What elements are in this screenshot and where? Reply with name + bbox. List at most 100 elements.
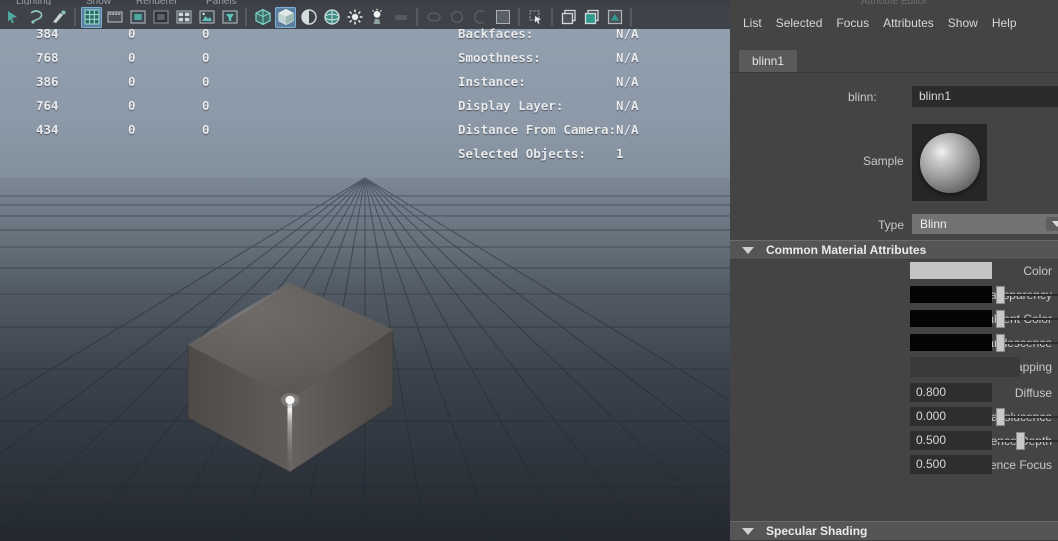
slider-handle[interactable] <box>996 310 1005 328</box>
attr-row-translucence-depth: Translucence Depth 0.500 <box>730 430 1058 452</box>
viewport-hud-object-details: Backfaces: N/A Smoothness: N/A Instance:… <box>458 26 730 170</box>
hud-count-c1: 386 <box>36 74 59 89</box>
slider-handle[interactable] <box>996 408 1005 426</box>
color-swatch-ambient-color[interactable] <box>910 310 992 327</box>
hud-detail-row: Distance From Camera: N/A <box>458 122 730 146</box>
texture-filter-icon[interactable] <box>219 7 240 28</box>
menu-item-help[interactable]: Help <box>992 16 1017 30</box>
paint-select-tool-icon[interactable] <box>48 7 69 28</box>
viewport-hud-poly-counts: 384 0 0 768 0 0 386 0 0 764 0 0 434 0 0 <box>0 26 470 146</box>
diffuse-input[interactable]: 0.800 <box>910 383 992 402</box>
type-dropdown[interactable]: Blinn <box>912 214 1058 234</box>
hud-count-c3: 0 <box>202 74 210 89</box>
slider-incandescence[interactable] <box>996 334 1058 352</box>
isolate-select-icon[interactable] <box>492 7 513 28</box>
hud-label-distance-from-camera: Distance From Camera: <box>458 122 617 137</box>
sample-row: Sample <box>730 124 1058 208</box>
attr-row-color: Color <box>730 260 1058 282</box>
slider-handle[interactable] <box>1016 432 1025 450</box>
translucence-input[interactable]: 0.000 <box>910 407 992 426</box>
bump-mapping-field[interactable] <box>910 357 1020 377</box>
color-swatch-transparency[interactable] <box>910 286 992 303</box>
translucence-focus-input[interactable]: 0.500 <box>910 455 992 474</box>
exposure-icon[interactable] <box>604 7 625 28</box>
menu-item-show[interactable]: Show <box>948 16 978 30</box>
chevron-down-icon[interactable] <box>1046 217 1058 231</box>
hardware-texturing-icon[interactable] <box>321 7 342 28</box>
type-dropdown-value: Blinn <box>920 217 947 231</box>
hud-value-selected-objects: 1 <box>616 146 624 161</box>
slider-transparency[interactable] <box>996 286 1058 304</box>
hud-label-selected-objects: Selected Objects: <box>458 146 586 161</box>
menu-item-selected[interactable]: Selected <box>776 16 823 30</box>
chevron-down-icon[interactable] <box>742 527 754 535</box>
hud-count-c3: 0 <box>202 98 210 113</box>
motion-blur-icon[interactable] <box>423 7 444 28</box>
shaded-wireframe-icon[interactable] <box>298 7 319 28</box>
use-all-lights-icon[interactable] <box>344 7 365 28</box>
attr-row-incandescence: Incandescence <box>730 332 1058 354</box>
menu-item-list[interactable]: List <box>743 16 762 30</box>
gate-mask-icon[interactable] <box>150 7 171 28</box>
color-swatch-incandescence[interactable] <box>910 334 992 351</box>
hud-count-c2: 0 <box>128 122 136 137</box>
menu-item-attributes[interactable]: Attributes <box>883 16 934 30</box>
select-tool-icon[interactable] <box>2 7 23 28</box>
slider-ambient-color[interactable] <box>996 310 1058 328</box>
film-gate-icon[interactable] <box>104 7 125 28</box>
color-swatch-color[interactable] <box>910 262 992 279</box>
multisample-icon[interactable] <box>446 7 467 28</box>
hud-value-display-layer: N/A <box>616 98 639 113</box>
attr-row-translucence: Translucence 0.000 <box>730 406 1058 428</box>
four-view-icon[interactable] <box>173 7 194 28</box>
lasso-tool-icon[interactable] <box>25 7 46 28</box>
section-title: Specular Shading <box>766 524 868 538</box>
tab-blinn1[interactable]: blinn1 <box>739 50 798 72</box>
section-specular-shading[interactable]: Specular Shading <box>730 521 1058 541</box>
section-common-material-attributes[interactable]: Common Material Attributes <box>730 240 1058 260</box>
slider-handle[interactable] <box>996 286 1005 304</box>
image-plane-icon[interactable] <box>196 7 217 28</box>
hud-count-c1: 764 <box>36 98 59 113</box>
hud-label-display-layer: Display Layer: <box>458 98 564 113</box>
chevron-down-icon[interactable] <box>742 246 754 254</box>
xray-joints-icon[interactable] <box>558 7 579 28</box>
slider-handle[interactable] <box>996 334 1005 352</box>
shadows-icon[interactable] <box>367 7 388 28</box>
attribute-editor-menubar[interactable]: List Selected Focus Attributes Show Help <box>730 13 1058 33</box>
material-name-label: blinn: <box>848 90 877 104</box>
slider-translucence-depth[interactable] <box>998 432 1058 450</box>
xray-select-icon[interactable] <box>525 7 546 28</box>
hud-detail-row: Backfaces: N/A <box>458 26 730 50</box>
attr-row-transparency: Transparency <box>730 284 1058 306</box>
menu-item-focus[interactable]: Focus <box>836 16 869 30</box>
viewport-panel[interactable]: Lighting Show Renderer Panels 384 0 0 76… <box>0 0 730 541</box>
translucence-depth-input[interactable]: 0.500 <box>910 431 992 450</box>
wireframe-shading-icon[interactable] <box>252 7 273 28</box>
attribute-editor-panel[interactable]: Attribute Editor List Selected Focus Att… <box>730 0 1058 541</box>
attr-row-ambient-color: Ambient Color <box>730 308 1058 330</box>
xray-display-icon[interactable] <box>581 7 602 28</box>
hud-value-instance: N/A <box>616 74 639 89</box>
hud-count-c3: 0 <box>202 50 210 65</box>
depth-of-field-icon[interactable] <box>469 7 490 28</box>
sample-swatch[interactable] <box>912 124 987 201</box>
attr-row-bump-mapping: Bump Mapping <box>730 356 1058 380</box>
hud-label-instance: Instance: <box>458 74 526 89</box>
resolution-gate-icon[interactable] <box>127 7 148 28</box>
hud-count-row: 386 0 0 <box>0 74 470 98</box>
hud-value-smoothness: N/A <box>616 50 639 65</box>
type-row: Type Blinn <box>730 214 1058 236</box>
smooth-shading-icon[interactable] <box>275 6 296 28</box>
material-name-input[interactable]: blinn1 <box>912 86 1058 107</box>
hud-value-backfaces: N/A <box>616 26 639 41</box>
hud-count-row: 764 0 0 <box>0 98 470 122</box>
hud-count-row: 384 0 0 <box>0 26 470 50</box>
screen-space-ao-icon[interactable] <box>390 7 411 28</box>
toolbar-separator <box>245 8 247 26</box>
slider-translucence[interactable] <box>996 408 1058 426</box>
grid-display-icon[interactable] <box>81 6 102 28</box>
section-specular-shading-wrap: Specular Shading <box>730 521 1058 541</box>
attribute-editor-tabbar[interactable]: blinn1 <box>730 50 1058 73</box>
attribute-editor-title: Attribute Editor <box>730 0 1058 4</box>
